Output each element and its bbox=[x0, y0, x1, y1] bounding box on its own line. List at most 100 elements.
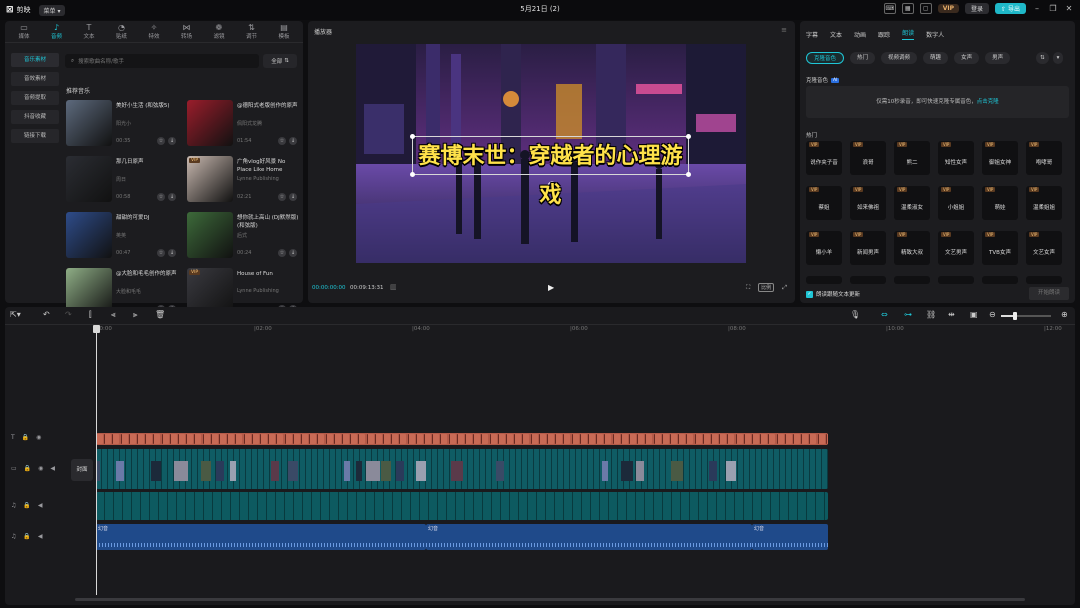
tab-1[interactable]: 文本 bbox=[830, 30, 842, 39]
voice-filter-chip[interactable]: 萌趣 bbox=[923, 52, 949, 64]
voice-card[interactable] bbox=[982, 276, 1018, 284]
video-clip[interactable] bbox=[822, 449, 828, 489]
subtitle-clip[interactable] bbox=[497, 434, 505, 444]
overlay-clip[interactable] bbox=[321, 492, 330, 520]
fullscreen-icon[interactable]: ⤢ bbox=[782, 284, 787, 292]
download-icon[interactable]: ↓ bbox=[168, 137, 176, 145]
overlay-clip[interactable] bbox=[411, 492, 420, 520]
overlay-clip[interactable] bbox=[762, 492, 771, 520]
layout-icon[interactable]: ▦ bbox=[901, 3, 914, 14]
lock-icon[interactable]: 🔒 bbox=[23, 502, 30, 509]
subtitle-clip[interactable] bbox=[670, 434, 677, 444]
subtitle-clip[interactable] bbox=[202, 434, 210, 444]
zoom-slider[interactable] bbox=[1001, 312, 1051, 320]
subtitle-clip[interactable] bbox=[489, 434, 497, 444]
subtitle-clip[interactable] bbox=[506, 434, 513, 444]
zoom-fit-icon[interactable]: ⊕ bbox=[1061, 310, 1068, 319]
subtitle-clip[interactable] bbox=[260, 434, 267, 444]
voice-card[interactable]: VIP 咆哮哥 bbox=[1026, 141, 1062, 175]
voice-card[interactable]: VIP 说作夹子音 bbox=[806, 141, 842, 175]
overlay-clip[interactable] bbox=[825, 492, 828, 520]
time-ruler[interactable]: 00:00 |02:00 |04:00 |06:00 |08:00 |10:00 |12:0… bbox=[96, 325, 1071, 337]
subtitle-clip[interactable] bbox=[161, 434, 169, 444]
star-icon[interactable]: ☆ bbox=[157, 137, 165, 145]
subtitle-clip[interactable] bbox=[801, 434, 809, 444]
preview-axis-icon[interactable]: ⇹ bbox=[948, 310, 955, 319]
overlay-clip[interactable] bbox=[447, 492, 456, 520]
subtitle-clip[interactable] bbox=[579, 434, 587, 444]
redo-icon[interactable]: ↷ bbox=[65, 310, 72, 319]
overlay-clip[interactable] bbox=[330, 492, 339, 520]
overlay-clip[interactable] bbox=[798, 492, 807, 520]
overlay-clip[interactable] bbox=[222, 492, 231, 520]
star-icon[interactable]: ☆ bbox=[157, 249, 165, 257]
speaker-icon[interactable]: ◀ bbox=[38, 533, 43, 540]
overlay-clip[interactable] bbox=[357, 492, 366, 520]
overlay-clip[interactable] bbox=[474, 492, 483, 520]
subtitle-clip[interactable] bbox=[333, 434, 341, 444]
overlay-clip[interactable] bbox=[339, 492, 348, 520]
subtitle-clip[interactable] bbox=[383, 434, 390, 444]
zoom-out-icon[interactable]: ⊖ bbox=[989, 310, 996, 319]
playhead[interactable] bbox=[96, 325, 97, 595]
screen-icon[interactable]: ▣ bbox=[970, 310, 978, 319]
speaker-icon[interactable]: ◀ bbox=[38, 502, 43, 509]
subtitle-clip[interactable] bbox=[432, 434, 440, 444]
tool-text[interactable]: T 文本 bbox=[74, 23, 104, 40]
subtitle-clip[interactable] bbox=[243, 434, 251, 444]
subtitle-clip[interactable] bbox=[145, 434, 153, 444]
overlay-clip[interactable] bbox=[807, 492, 816, 520]
music-track-item[interactable]: @德阳式老版创作的原声 佩阳式龙腾 01:54 ☆ ↓ bbox=[187, 100, 299, 148]
overlay-clip[interactable] bbox=[708, 492, 717, 520]
subtitle-clip[interactable] bbox=[112, 434, 120, 444]
cover-button[interactable]: 封面 bbox=[71, 459, 93, 481]
delete-icon[interactable]: 🗑 bbox=[155, 310, 165, 319]
overlay-clip[interactable] bbox=[213, 492, 222, 520]
subtitle-clip[interactable] bbox=[481, 434, 489, 444]
split-right-icon[interactable]: ⫸ bbox=[133, 310, 138, 320]
overlay-clip[interactable] bbox=[195, 492, 204, 520]
overlay-clip[interactable] bbox=[96, 492, 105, 520]
subtitle-clip[interactable] bbox=[686, 434, 694, 444]
voice-card[interactable]: VIP 温柔淑女 bbox=[894, 186, 930, 220]
music-track-item[interactable]: 甜甜的可爱DJ 英英 00:47 ☆ ↓ bbox=[66, 212, 178, 260]
voice-card[interactable] bbox=[894, 276, 930, 284]
subtitle-clip[interactable] bbox=[178, 434, 185, 444]
subtitle-clip[interactable] bbox=[604, 434, 612, 444]
download-icon[interactable]: ↓ bbox=[168, 249, 176, 257]
overlay-clip[interactable] bbox=[699, 492, 708, 520]
overlay-clip[interactable] bbox=[591, 492, 600, 520]
overlay-clip[interactable] bbox=[132, 492, 141, 520]
subtitle-clip[interactable] bbox=[702, 434, 710, 444]
subtitle-clip[interactable] bbox=[571, 434, 579, 444]
ratio-button[interactable]: 比例 bbox=[758, 283, 775, 292]
subtitle-clip[interactable] bbox=[366, 434, 374, 444]
overlay-clip[interactable] bbox=[303, 492, 312, 520]
subtitle-clip[interactable] bbox=[301, 434, 308, 444]
tab-0[interactable]: 字幕 bbox=[806, 30, 818, 39]
subtitle-clip[interactable] bbox=[440, 434, 448, 444]
overlay-clip[interactable] bbox=[267, 492, 276, 520]
monitor-icon[interactable]: ▢ bbox=[919, 3, 932, 14]
overlay-clip[interactable] bbox=[519, 492, 528, 520]
subtitle-clip[interactable] bbox=[620, 434, 628, 444]
subtitle-clip[interactable] bbox=[809, 434, 817, 444]
subtitle-clip[interactable] bbox=[547, 434, 554, 444]
voice-card[interactable] bbox=[938, 276, 974, 284]
tool-audio[interactable]: ♪ 音频 bbox=[42, 23, 72, 40]
subtitle-clip[interactable] bbox=[448, 434, 456, 444]
subtitle-track[interactable] bbox=[96, 433, 828, 445]
subtitle-clip[interactable] bbox=[612, 434, 620, 444]
overlay-clip[interactable] bbox=[123, 492, 132, 520]
lock-icon[interactable]: 🔒 bbox=[23, 533, 30, 540]
voice-filter-icon[interactable]: ⇅ bbox=[1036, 52, 1049, 64]
overlay-clip[interactable] bbox=[582, 492, 591, 520]
overlay-clip[interactable] bbox=[672, 492, 681, 520]
overlay-clip[interactable] bbox=[654, 492, 663, 520]
overlay-clip[interactable] bbox=[501, 492, 510, 520]
subtitle-clip[interactable] bbox=[735, 434, 743, 444]
overlay-clip[interactable] bbox=[645, 492, 654, 520]
overlay-clip[interactable] bbox=[528, 492, 537, 520]
voice-card[interactable]: VIP 新闻男声 bbox=[850, 231, 886, 265]
overlay-clip[interactable] bbox=[285, 492, 294, 520]
